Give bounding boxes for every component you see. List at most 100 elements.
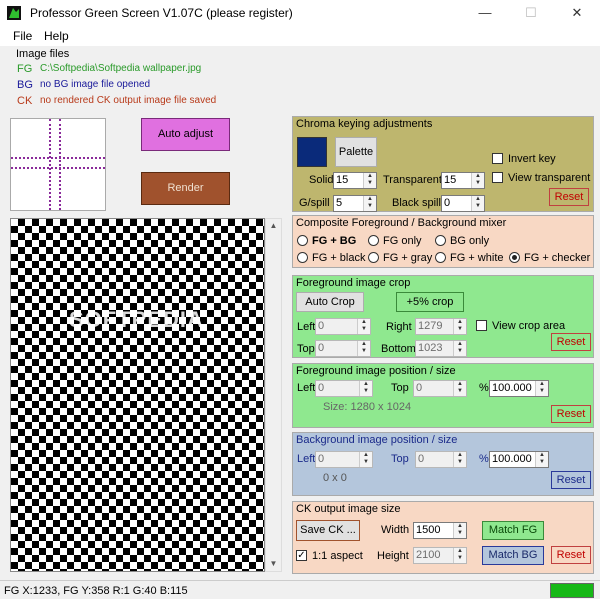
stepper-icon[interactable]: ▲ ▼ <box>453 548 466 563</box>
crosshair-horizontal <box>11 167 105 169</box>
fgpos-left-input[interactable]: 0 ▲ ▼ <box>315 380 373 397</box>
crop-reset-button[interactable]: Reset <box>551 333 591 351</box>
radio-fg-white[interactable] <box>435 252 446 263</box>
menu-help[interactable]: Help <box>44 29 69 43</box>
bgpos-reset-button[interactable]: Reset <box>551 471 591 489</box>
fgpos-pct-label: % <box>479 382 489 394</box>
vertical-scrollbar[interactable]: ▲ ▼ <box>265 218 282 572</box>
ckout-reset-button[interactable]: Reset <box>551 546 591 564</box>
radio-label: BG only <box>450 235 490 247</box>
match-bg-button[interactable]: Match BG <box>482 546 544 565</box>
scroll-up-icon[interactable]: ▲ <box>267 221 280 233</box>
auto-adjust-button[interactable]: Auto adjust <box>141 118 230 151</box>
mixer-panel-title: Composite Foreground / Background mixer <box>296 217 507 229</box>
black-spill-label: Black spill <box>392 197 441 209</box>
stepper-icon[interactable]: ▲ ▼ <box>359 452 372 467</box>
crop-top-input[interactable]: 0 ▲ ▼ <box>315 340 371 357</box>
close-button[interactable]: ✕ <box>554 0 600 26</box>
solid-input[interactable]: 15 ▲ ▼ <box>333 172 377 189</box>
palette-button[interactable]: Palette <box>335 137 377 167</box>
ckout-panel-title: CK output image size <box>296 503 401 515</box>
crop-bottom-input[interactable]: 1023 ▲ ▼ <box>415 340 467 357</box>
radio-fg-black[interactable] <box>297 252 308 263</box>
menu-file[interactable]: File <box>13 29 32 43</box>
width-input[interactable]: 1500 ▲ ▼ <box>413 522 467 539</box>
bgpos-pct-label: % <box>479 453 489 465</box>
stepper-icon[interactable]: ▲ ▼ <box>357 341 370 356</box>
stepper-icon[interactable]: ▲ ▼ <box>363 173 376 188</box>
gspill-input[interactable]: 5 ▲ ▼ <box>333 195 377 212</box>
radio-label: FG + checker <box>524 252 591 264</box>
bgpos-left-input[interactable]: 0 ▲ ▼ <box>315 451 373 468</box>
height-label: Height <box>377 550 409 562</box>
fgpos-top-input[interactable]: 0 ▲ ▼ <box>413 380 467 397</box>
fgpos-panel-title: Foreground image position / size <box>296 365 456 377</box>
stepper-icon[interactable]: ▲ ▼ <box>535 452 548 467</box>
fg-size-text: Size: 1280 x 1024 <box>323 401 412 413</box>
stepper-icon[interactable]: ▲ ▼ <box>453 381 466 396</box>
gspill-label: G/spill <box>299 197 330 209</box>
crop-bottom-label: Bottom <box>381 343 416 355</box>
radio-fg-checker[interactable] <box>509 252 520 263</box>
bg-file-status: no BG image file opened <box>40 79 151 90</box>
status-indicator <box>550 583 594 598</box>
stepper-icon[interactable]: ▲ ▼ <box>357 319 370 334</box>
scroll-down-icon[interactable]: ▼ <box>267 559 280 571</box>
stepper-icon[interactable]: ▲ ▼ <box>453 319 466 334</box>
transparent-input[interactable]: 15 ▲ ▼ <box>441 172 485 189</box>
stepper-icon[interactable]: ▲ ▼ <box>453 452 466 467</box>
stepper-icon[interactable]: ▲ ▼ <box>453 341 466 356</box>
bgpos-scale-input[interactable]: 100.000 ▲ ▼ <box>489 451 549 468</box>
ck-file-status: no rendered CK output image file saved <box>40 95 217 106</box>
ck-output-panel: CK output image size Save CK ... Width 1… <box>292 501 594 574</box>
image-files-heading: Image files <box>16 48 70 60</box>
radio-bg-only[interactable] <box>435 235 446 246</box>
stepper-icon[interactable]: ▲ ▼ <box>453 523 466 538</box>
save-ck-button[interactable]: Save CK ... <box>296 520 360 541</box>
stepper-icon[interactable]: ▲ ▼ <box>471 196 484 211</box>
height-input[interactable]: 2100 ▲ ▼ <box>413 547 467 564</box>
chroma-keying-panel: Chroma keying adjustments Palette Invert… <box>292 116 594 212</box>
bg-position-panel: Background image position / size Left 0 ▲… <box>292 432 594 496</box>
invert-key-checkbox[interactable] <box>492 153 503 164</box>
invert-key-label: Invert key <box>508 153 556 165</box>
chroma-reset-button[interactable]: Reset <box>549 188 589 206</box>
fg-position-panel: Foreground image position / size Left 0 ▲… <box>292 363 594 428</box>
transparent-label: Transparent <box>383 174 442 186</box>
bgpos-top-input[interactable]: 0 ▲ ▼ <box>415 451 467 468</box>
match-fg-button[interactable]: Match FG <box>482 521 544 540</box>
crop-right-input[interactable]: 1279 ▲ ▼ <box>415 318 467 335</box>
render-button[interactable]: Render <box>141 172 230 205</box>
aspect-checkbox[interactable]: ✓ <box>296 550 307 561</box>
crop-left-input[interactable]: 0 ▲ ▼ <box>315 318 371 335</box>
minimize-button[interactable]: — <box>462 0 508 26</box>
stepper-icon[interactable]: ▲ ▼ <box>363 196 376 211</box>
key-color-swatch[interactable] <box>297 137 327 167</box>
ck-tag: CK <box>17 95 33 107</box>
preview-canvas[interactable]: SOFTPEDIA <box>10 218 265 572</box>
auto-crop-button[interactable]: Auto Crop <box>296 292 364 312</box>
fg-crop-panel: Foreground image crop Auto Crop +5% crop… <box>292 275 594 358</box>
view-crop-checkbox[interactable] <box>476 320 487 331</box>
crop-right-label: Right <box>386 321 412 333</box>
radio-label: FG + black <box>312 252 366 264</box>
stepper-icon[interactable]: ▲ ▼ <box>359 381 372 396</box>
maximize-button[interactable]: ☐ <box>508 0 554 26</box>
fgpos-scale-input[interactable]: 100.000 ▲ ▼ <box>489 380 549 397</box>
fgpos-reset-button[interactable]: Reset <box>551 405 591 423</box>
crosshair-horizontal <box>11 157 105 159</box>
plus5-crop-button[interactable]: +5% crop <box>396 292 464 312</box>
crop-left-label: Left <box>297 321 316 333</box>
radio-fg-bg[interactable] <box>297 235 308 246</box>
view-transparent-checkbox[interactable] <box>492 172 503 183</box>
radio-fg-gray[interactable] <box>368 252 379 263</box>
chroma-panel-title: Chroma keying adjustments <box>296 118 433 130</box>
bg-size-text: 0 x 0 <box>323 472 347 484</box>
view-transparent-label: View transparent <box>508 172 591 184</box>
black-spill-input[interactable]: 0 ▲ ▼ <box>441 195 485 212</box>
thumbnail-preview[interactable] <box>10 118 106 211</box>
fgpos-left-label: Left <box>297 382 316 394</box>
stepper-icon[interactable]: ▲ ▼ <box>471 173 484 188</box>
radio-fg-only[interactable] <box>368 235 379 246</box>
stepper-icon[interactable]: ▲ ▼ <box>535 381 548 396</box>
